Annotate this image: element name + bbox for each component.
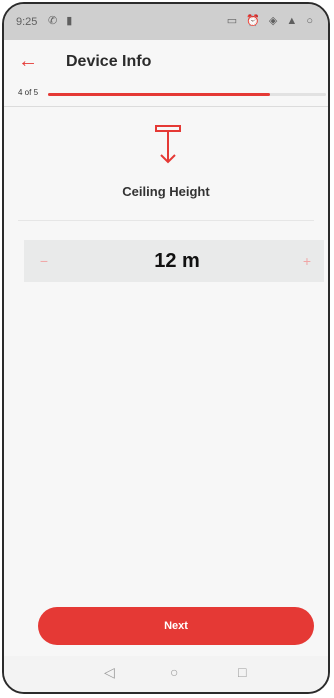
arrow-left-icon[interactable]: ←: [18, 50, 38, 72]
phone-frame: 9:25 ✆ ▮ ▭ ⏰ ◈ ▲ ○ ← Device Info 4 of 5 …: [2, 2, 330, 694]
ceiling-height-value: 12 m: [154, 250, 200, 272]
step-label: 4 of 5: [18, 88, 39, 97]
progress-track: [48, 93, 326, 96]
system-nav-bar: ◁ ○ □: [4, 656, 328, 692]
increment-button[interactable]: +: [290, 240, 324, 282]
field-label: Ceiling Height: [122, 184, 210, 199]
progress-row: 4 of 5: [4, 86, 328, 104]
ceiling-height-stepper: − 12 m +: [24, 240, 324, 282]
app-bar: ← Device Info: [4, 40, 328, 86]
status-left-icons: ✆ ▮: [48, 15, 76, 27]
divider: [4, 106, 328, 107]
status-bar: 9:25 ✆ ▮ ▭ ⏰ ◈ ▲ ○: [4, 4, 328, 40]
nav-back-icon[interactable]: ◁: [104, 664, 115, 681]
status-right-icons: ▭ ⏰ ◈ ▲ ○: [226, 15, 316, 27]
decrement-button[interactable]: −: [24, 240, 64, 282]
status-time: 9:25: [16, 16, 38, 28]
ceiling-height-icon: [152, 124, 184, 166]
nav-home-icon[interactable]: ○: [170, 664, 178, 680]
next-button[interactable]: Next: [38, 607, 314, 645]
divider: [18, 220, 314, 221]
progress-fill: [48, 93, 271, 96]
nav-recent-icon[interactable]: □: [238, 664, 246, 680]
page-title: Device Info: [66, 53, 152, 70]
